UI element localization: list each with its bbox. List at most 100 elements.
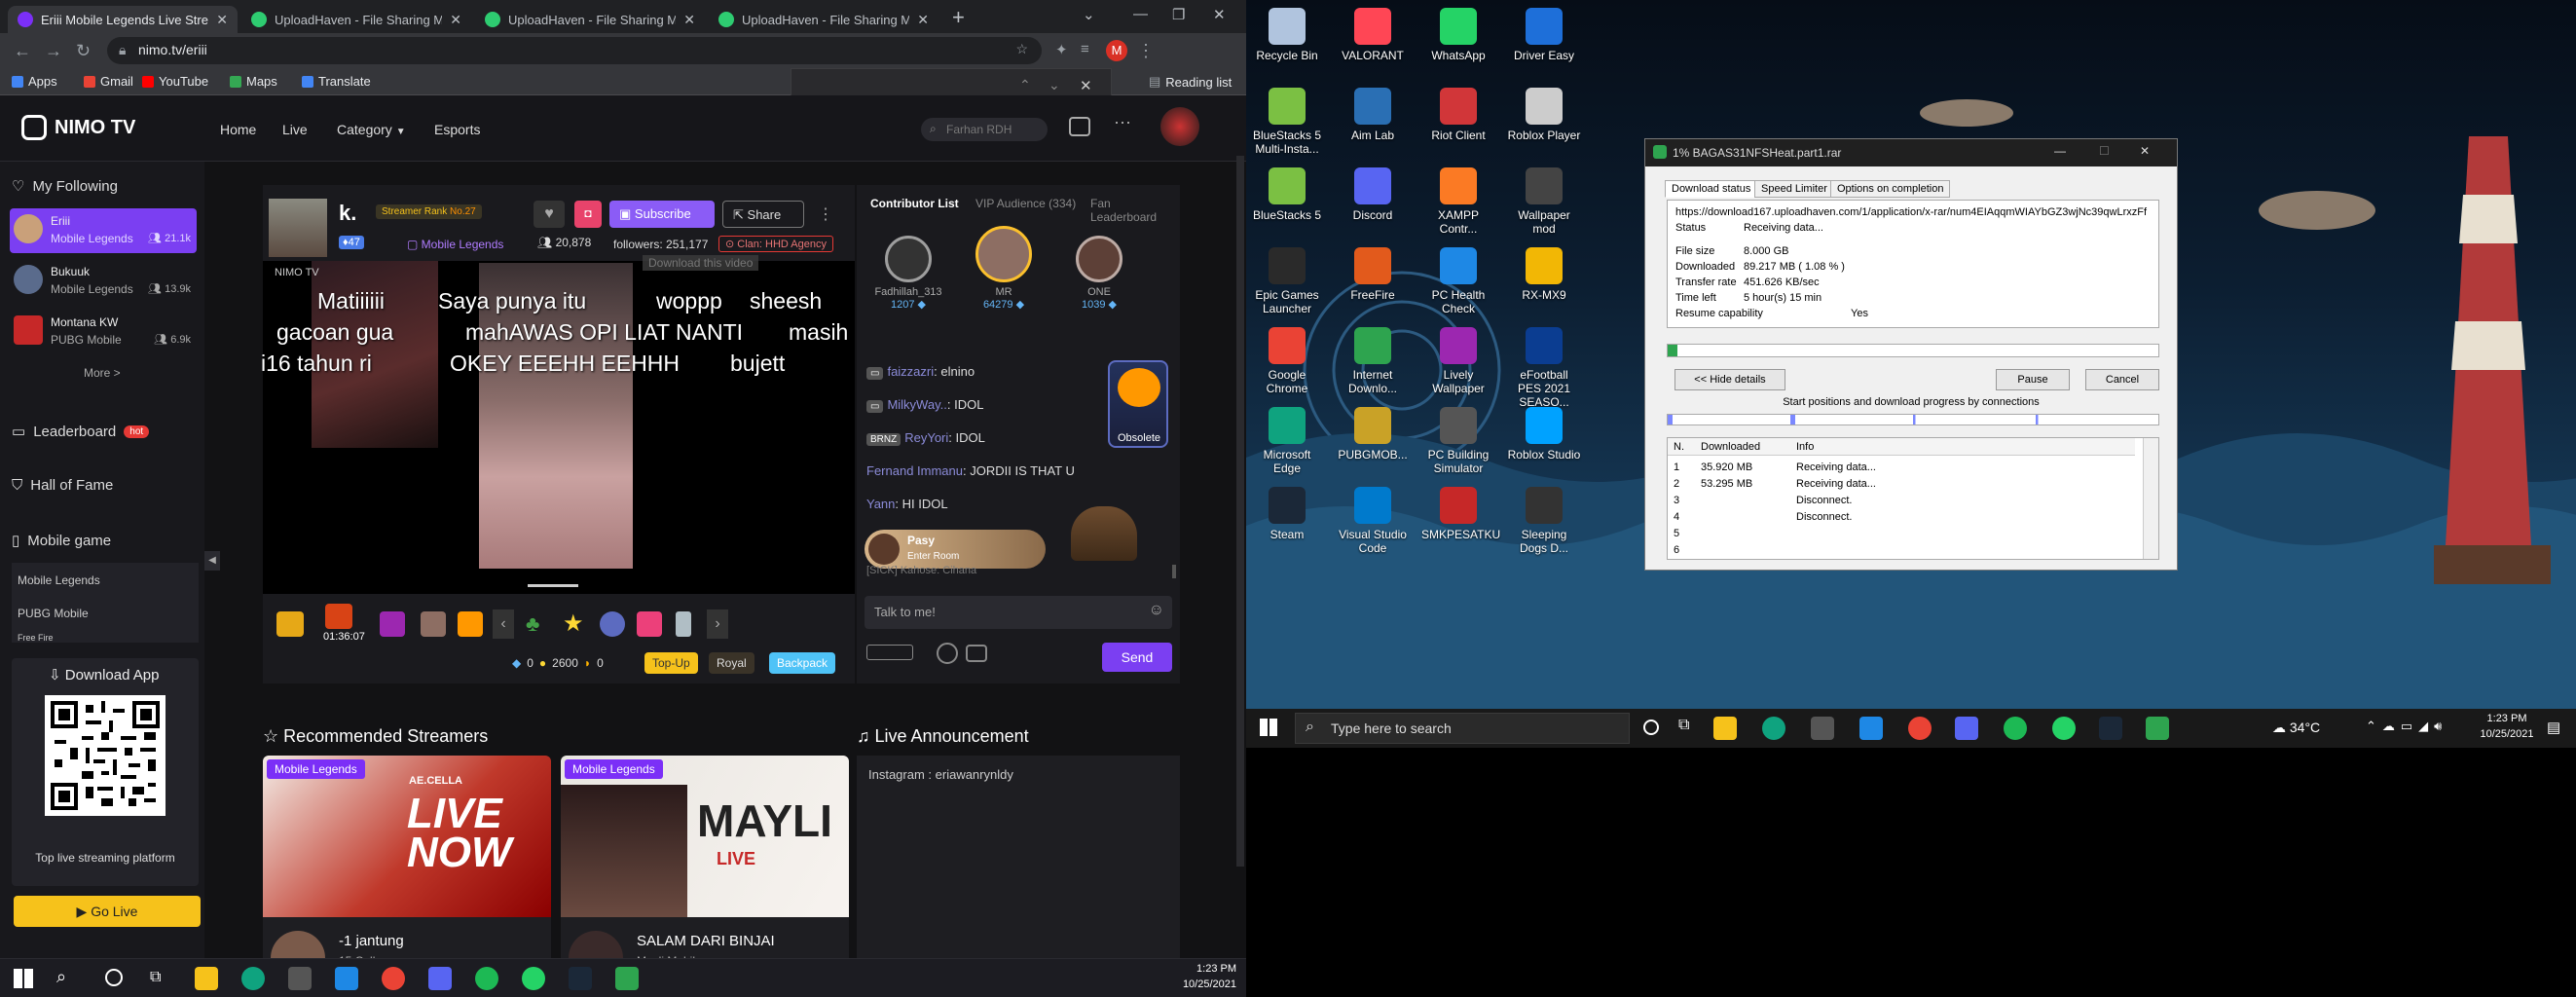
leaderboard-item[interactable]: ▭ Leaderboard hot bbox=[12, 423, 150, 440]
desktop-icon[interactable]: VALORANT bbox=[1336, 8, 1410, 62]
close-tab-icon[interactable]: ✕ bbox=[216, 12, 228, 28]
desktop-icon[interactable]: PC Building Simulator bbox=[1421, 407, 1495, 475]
backpack-button[interactable]: Backpack bbox=[769, 652, 836, 674]
game-link[interactable]: ▢ Mobile Legends bbox=[407, 238, 503, 251]
profile-avatar[interactable]: M bbox=[1106, 40, 1127, 61]
reading-list[interactable]: ▤ Reading list bbox=[1149, 74, 1232, 90]
reload-icon[interactable]: ↻ bbox=[76, 41, 91, 61]
store-icon[interactable] bbox=[1811, 717, 1834, 740]
notifications-icon[interactable]: ▤ bbox=[2547, 719, 2560, 736]
store-icon[interactable] bbox=[288, 967, 312, 990]
desktop-icon[interactable]: Recycle Bin bbox=[1250, 8, 1324, 62]
bookmark-apps[interactable]: Apps bbox=[12, 74, 57, 89]
clan-badge[interactable]: ⊙ Clan: HHD Agency bbox=[718, 236, 833, 252]
message-icon[interactable] bbox=[1069, 117, 1090, 136]
media-icon[interactable]: ≡ bbox=[1081, 41, 1089, 57]
browser-tab-uploadhaven-2[interactable]: UploadHaven - File Sharing Ma ✕ bbox=[475, 6, 705, 33]
following-item-montana[interactable]: Montana KW PUBG Mobile 👥︎ 6.9k bbox=[10, 310, 197, 354]
desktop-icon[interactable]: eFootball PES 2021 SEASO... bbox=[1507, 327, 1581, 409]
task-view-icon[interactable]: ⧉ bbox=[150, 969, 161, 986]
streamer-avatar[interactable] bbox=[269, 199, 327, 257]
desktop-icon[interactable]: XAMPP Contr... bbox=[1421, 167, 1495, 236]
tab-speed-limiter[interactable]: Speed Limiter bbox=[1754, 180, 1834, 198]
maximize-button[interactable]: ☐ bbox=[2099, 144, 2110, 158]
gift-item-icon[interactable] bbox=[637, 611, 662, 637]
maximize-button[interactable]: ❐ bbox=[1172, 6, 1185, 23]
edge-icon[interactable] bbox=[241, 967, 265, 990]
desktop-icon[interactable]: Riot Client bbox=[1421, 88, 1495, 142]
desktop-icon[interactable]: BlueStacks 5 bbox=[1250, 167, 1324, 222]
clock[interactable]: 1:23 PM 10/25/2021 bbox=[2473, 713, 2541, 740]
treasure-chest-gift-icon[interactable] bbox=[276, 611, 304, 637]
cancel-button[interactable]: Cancel bbox=[2085, 369, 2159, 390]
desktop-icon[interactable]: Microsoft Edge bbox=[1250, 407, 1324, 475]
clock[interactable]: 1:23 PM 10/25/2021 bbox=[1159, 963, 1236, 990]
nimo-search-input[interactable]: ⌕ Farhan RDH bbox=[921, 118, 1048, 141]
more-dots-icon[interactable]: ⋯ bbox=[1114, 113, 1131, 133]
desktop-icon[interactable]: Discord bbox=[1336, 167, 1410, 222]
toggle-danmaku-icon[interactable] bbox=[866, 645, 913, 660]
windows-start-icon[interactable] bbox=[14, 969, 33, 988]
table-row[interactable]: 2 53.295 MB Receiving data... bbox=[1668, 476, 2135, 492]
steam-icon[interactable] bbox=[569, 967, 592, 990]
desktop-icon[interactable]: Roblox Studio bbox=[1507, 407, 1581, 462]
edge-icon[interactable] bbox=[1762, 717, 1785, 740]
send-button[interactable]: Send bbox=[1102, 643, 1172, 672]
chat-username[interactable]: Fernand Immanu bbox=[866, 463, 963, 478]
my-following-header[interactable]: ♡ My Following bbox=[12, 177, 118, 196]
hall-of-fame-item[interactable]: ⛉ Hall of Fame bbox=[12, 477, 113, 494]
file-explorer-icon[interactable] bbox=[195, 967, 218, 990]
desktop-icon[interactable]: Aim Lab bbox=[1336, 88, 1410, 142]
search-icon[interactable]: ⌕ bbox=[56, 967, 66, 987]
table-row[interactable]: 6 bbox=[1668, 542, 2135, 558]
download-app-title[interactable]: ⇩ Download App bbox=[49, 666, 160, 683]
find-close-icon[interactable]: ✕ bbox=[1080, 77, 1092, 94]
chat-username[interactable]: faizzazri bbox=[887, 364, 934, 379]
extensions-icon[interactable]: ✦ bbox=[1055, 41, 1068, 58]
tab-options-on-completion[interactable]: Options on completion bbox=[1830, 180, 1951, 198]
taskbar-search-input[interactable]: ⌕ Type here to search bbox=[1295, 713, 1630, 744]
bookmark-gmail[interactable]: Gmail bbox=[84, 74, 133, 89]
bookmark-youtube[interactable]: YouTube bbox=[142, 74, 208, 89]
column-header[interactable]: Info bbox=[1796, 441, 1814, 453]
desktop-icon[interactable]: Lively Wallpaper bbox=[1421, 327, 1495, 395]
desktop-icon[interactable]: BlueStacks 5 Multi-Insta... bbox=[1250, 88, 1324, 156]
gift-item-icon[interactable] bbox=[676, 611, 691, 637]
emoji-icon[interactable]: ☺ bbox=[1149, 602, 1164, 619]
pause-button[interactable]: Pause bbox=[1996, 369, 2070, 390]
gift-item-icon[interactable] bbox=[458, 611, 483, 637]
gift-item-icon[interactable] bbox=[600, 611, 625, 637]
subscribe-button[interactable]: ▣ Subscribe bbox=[609, 201, 715, 228]
bookmark-star-icon[interactable]: ☆ bbox=[1015, 41, 1028, 57]
streamer-rank-badge[interactable]: Streamer Rank No.27 bbox=[376, 204, 482, 219]
weather-widget[interactable]: ☁ 34°C bbox=[2272, 720, 2320, 736]
desktop-icon[interactable]: FreeFire bbox=[1336, 247, 1410, 302]
spotify-icon[interactable] bbox=[2004, 717, 2027, 740]
following-item-eriii[interactable]: Eriii Mobile Legends 👥︎ 21.1k bbox=[10, 208, 197, 253]
nav-esports[interactable]: Esports bbox=[434, 122, 480, 137]
table-row[interactable]: 4 Disconnect. bbox=[1668, 509, 2135, 525]
column-header[interactable]: N. bbox=[1674, 441, 1684, 453]
desktop-icon[interactable]: Google Chrome bbox=[1250, 327, 1324, 395]
close-window-button[interactable]: ✕ bbox=[2140, 144, 2150, 158]
discord-icon[interactable] bbox=[1955, 717, 1978, 740]
table-row[interactable]: 3 Disconnect. bbox=[1668, 493, 2135, 508]
chat-username[interactable]: ReyYori bbox=[904, 430, 948, 445]
desktop-icon[interactable]: Internet Downlo... bbox=[1336, 327, 1410, 395]
contributor-2[interactable]: Fadhillah_313 1207 ◆ bbox=[865, 236, 952, 311]
gift-scroll-right-icon[interactable]: › bbox=[707, 609, 728, 639]
game-link-pubg[interactable]: PUBG Mobile bbox=[12, 596, 199, 629]
windows-start-icon[interactable] bbox=[1260, 719, 1277, 736]
whatsapp-icon[interactable] bbox=[522, 967, 545, 990]
mail-icon[interactable] bbox=[1859, 717, 1883, 740]
new-tab-button[interactable]: + bbox=[952, 7, 965, 28]
chat-input[interactable]: Talk to me! ☺ bbox=[865, 596, 1172, 629]
task-view-icon[interactable]: ⧉ bbox=[1678, 717, 1689, 734]
browser-tab-uploadhaven-1[interactable]: UploadHaven - File Sharing Ma ✕ bbox=[241, 6, 471, 33]
desktop-icon[interactable]: Wallpaper mod bbox=[1507, 167, 1581, 236]
close-window-button[interactable]: ✕ bbox=[1213, 6, 1226, 23]
tab-contributor-list[interactable]: Contributor List bbox=[870, 197, 959, 210]
contributor-1[interactable]: MR 64279 ◆ bbox=[960, 226, 1048, 311]
nimo-logo[interactable]: NIMO TV bbox=[21, 115, 135, 140]
page-scrollbar[interactable] bbox=[1236, 156, 1244, 867]
